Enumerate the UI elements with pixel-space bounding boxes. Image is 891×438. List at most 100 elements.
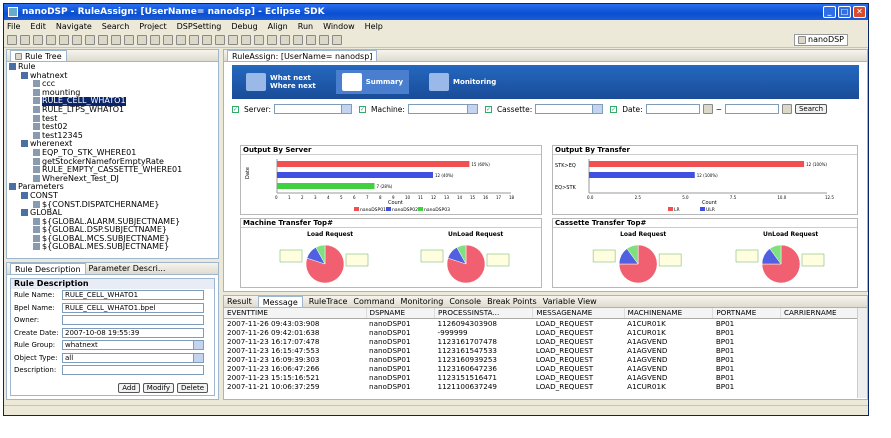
tab-variable-view[interactable]: Variable View [543,297,597,306]
delete-button[interactable]: Delete [177,383,208,393]
tab-result[interactable]: Result [227,297,252,306]
field-input[interactable] [62,365,204,376]
toolbar-icon[interactable] [280,34,290,45]
table-row[interactable]: 2007-11-23 16:09:39:303 nanoDSP01 11231609… [224,355,867,364]
toolbar-icon[interactable] [215,34,225,45]
tab-rule-tree[interactable]: Rule Tree [10,50,67,61]
nav-item-2[interactable]: Monitoring [423,70,502,94]
toolbar-icon[interactable] [254,34,264,45]
add-button[interactable]: Add [118,383,140,393]
toolbar-icon[interactable] [59,34,69,45]
table-row[interactable]: 2007-11-23 15:15:16:521 nanoDSP01 11231515… [224,373,867,382]
field-input[interactable] [62,315,204,326]
tree-item[interactable]: test [9,114,216,124]
menu-navigate[interactable]: Navigate [56,22,92,31]
tab-command[interactable]: Command [353,297,394,306]
table-row[interactable]: 2007-11-23 16:17:07:478 nanoDSP01 11231617… [224,337,867,346]
toolbar-icon[interactable] [293,34,303,45]
toolbar-icon[interactable] [176,34,186,45]
filter-select[interactable] [535,104,604,114]
toolbar-icon[interactable] [98,34,108,45]
nav-item-1[interactable]: Summary [335,70,410,94]
perspective-switcher[interactable]: nanoDSP [794,33,848,46]
column-header[interactable]: CARRIERNAME [780,308,867,319]
toolbar-icon[interactable] [332,34,342,45]
tree-item[interactable]: ${GLOBAL.MES.SUBJECTNAME} [9,243,216,252]
filter-checkbox[interactable]: ✓ [484,105,492,113]
column-header[interactable]: MACHINENAME [624,308,714,319]
nav-item-0[interactable]: What next Where next [240,70,322,94]
filter-checkbox[interactable]: ✓ [610,105,618,113]
tree-item[interactable]: whatnext [9,71,216,81]
toolbar-icon[interactable] [137,34,147,45]
menu-search[interactable]: Search [102,22,129,31]
column-header[interactable]: PROCESSINSTA... [434,308,534,319]
date-to-input[interactable] [724,104,779,114]
date-from-input[interactable] [645,104,700,114]
toolbar-icon[interactable] [72,34,82,45]
field-select[interactable]: whatnext [62,340,204,351]
menu-file[interactable]: File [7,22,20,31]
table-row[interactable]: 2007-11-26 09:42:01:638 nanoDSP01 -999999 L… [224,328,867,337]
toolbar-icon[interactable] [202,34,212,45]
tab-break-points[interactable]: Break Points [487,297,537,306]
tree-item[interactable]: RULE_LTPS_WHATO1 [9,105,216,115]
menu-align[interactable]: Align [268,22,288,31]
vertical-scrollbar[interactable] [857,308,867,398]
toolbar-icon[interactable] [163,34,173,45]
maximize-button[interactable]: □ [838,6,851,18]
menu-edit[interactable]: Edit [30,22,46,31]
field-input[interactable]: RULE_CELL_WHATO1.bpel [62,302,204,313]
toolbar-icon[interactable] [189,34,199,45]
menu-project[interactable]: Project [139,22,166,31]
toolbar-icon[interactable] [33,34,43,45]
field-input[interactable]: RULE_CELL_WHATO1 [62,290,204,301]
tab-rule-description[interactable]: Rule Description [10,263,86,274]
table-row[interactable]: 2007-11-23 16:15:47:553 nanoDSP01 11231615… [224,346,867,355]
tree-item[interactable]: test02 [9,122,216,132]
toolbar-icon[interactable] [111,34,121,45]
tab-parameter-description[interactable]: Parameter Descri... [89,264,166,273]
toolbar-icon[interactable] [319,34,329,45]
toolbar-icon[interactable] [7,34,17,45]
toolbar-icon[interactable] [228,34,238,45]
column-header[interactable]: PORTNAME [712,308,781,319]
table-row[interactable]: 2007-11-26 09:43:03:908 nanoDSP01 11260943… [224,318,867,328]
calendar-icon[interactable] [702,104,713,114]
minimize-button[interactable]: _ [823,6,836,18]
toolbar-icon[interactable] [241,34,251,45]
field-select[interactable]: all [62,352,204,363]
toolbar-icon[interactable] [20,34,30,45]
modify-button[interactable]: Modify [142,383,174,393]
column-header[interactable]: MESSAGENAME [532,308,625,319]
tab-ruletrace[interactable]: RuleTrace [309,297,348,306]
toolbar-icon[interactable] [267,34,277,45]
toolbar-icon[interactable] [46,34,56,45]
toolbar-icon[interactable] [150,34,160,45]
toolbar-icon[interactable] [124,34,134,45]
menu-window[interactable]: Window [323,22,355,31]
tree-item[interactable]: ccc [9,79,216,89]
search-button[interactable]: Search [794,104,828,114]
tab-ruleassign[interactable]: RuleAssign: [UserName= nanodsp] [227,50,378,61]
menu-help[interactable]: Help [365,22,383,31]
field-input[interactable]: 2007-10-08 19:55:39 [62,327,204,338]
close-button[interactable]: ✕ [853,6,866,18]
filter-select[interactable] [407,104,478,114]
table-row[interactable]: 2007-11-23 16:06:47:266 nanoDSP01 11231606… [224,364,867,373]
menu-dspsetting[interactable]: DSPSetting [177,22,222,31]
table-row[interactable]: 2007-11-21 10:06:37:259 nanoDSP01 11211006… [224,382,867,391]
tab-console[interactable]: Console [449,297,481,306]
filter-checkbox[interactable]: ✓ [232,105,239,113]
tab-message[interactable]: Message [257,296,303,307]
column-header[interactable]: EVENTTIME [224,308,367,319]
toolbar-icon[interactable] [85,34,95,45]
menu-debug[interactable]: Debug [231,22,257,31]
calendar-icon[interactable] [781,104,792,114]
toolbar-icon[interactable] [306,34,316,45]
filter-select[interactable] [274,104,352,114]
menu-run[interactable]: Run [298,22,313,31]
tab-monitoring[interactable]: Monitoring [401,297,444,306]
column-header[interactable]: DSPNAME [366,308,436,319]
filter-checkbox[interactable]: ✓ [359,105,366,113]
